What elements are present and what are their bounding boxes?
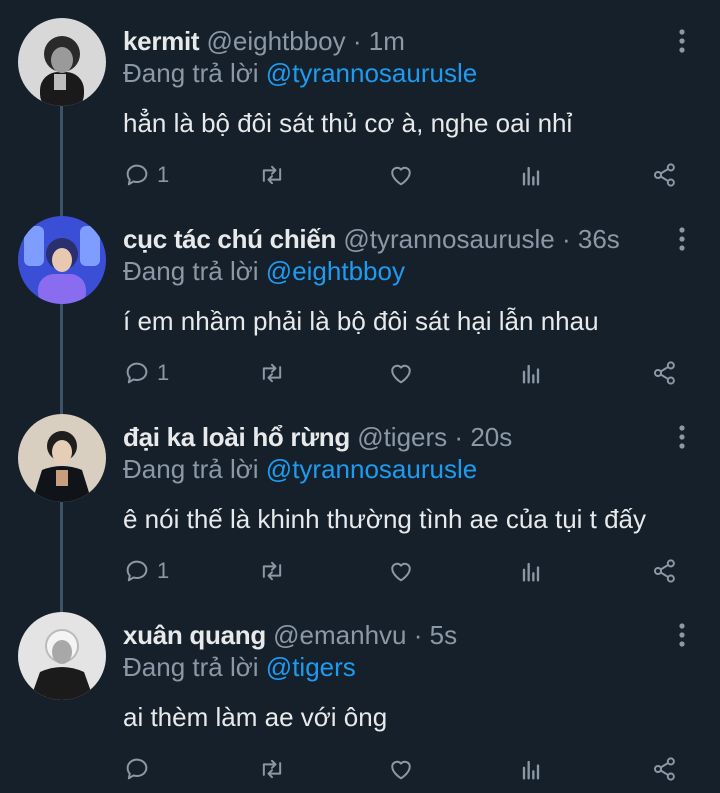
tweet-text: ai thèm làm ae với ông [123, 702, 388, 732]
tweet-item[interactable]: xuân quang @emanhvu · 5s Đang trả lời @t… [0, 594, 720, 791]
reply-button[interactable] [123, 752, 157, 786]
tweet-item[interactable]: đại ka loài hổ rừng @tigers · 20s Đang t… [0, 396, 720, 593]
share-button[interactable] [651, 356, 679, 390]
tweet-header: đại ka loài hổ rừng @tigers · 20s [123, 422, 660, 452]
like-icon [391, 166, 411, 186]
tweet-text: hẳn là bộ đôi sát thủ cơ à, nghe oai nhỉ [123, 108, 573, 138]
separator-dot: · [413, 620, 423, 650]
share-button[interactable] [651, 554, 679, 588]
user-handle[interactable]: @eightbboy [206, 26, 345, 56]
tweet-item[interactable]: kermit @eightbboy · 1m Đang trả lời @tyr… [0, 0, 720, 197]
stats-button[interactable] [517, 356, 545, 390]
reply-count: 1 [157, 558, 170, 583]
avatar[interactable] [18, 216, 106, 304]
like-button[interactable] [387, 554, 415, 588]
replying-to: Đang trả lời @tyrannosaurusle [123, 454, 477, 484]
like-button[interactable] [387, 158, 415, 192]
stats-icon [522, 364, 540, 384]
retweet-icon [262, 561, 282, 581]
timestamp[interactable]: 20s [470, 422, 512, 452]
tweet-header: cục tác chú chiến @tyrannosaurusle · 36s [123, 224, 660, 254]
avatar[interactable] [18, 18, 106, 106]
replying-to-label: Đang trả lời [123, 652, 259, 682]
replying-to: Đang trả lời @tigers [123, 652, 356, 682]
reply-button[interactable]: 1 [123, 356, 169, 390]
stats-button[interactable] [517, 752, 545, 786]
share-icon [653, 757, 675, 781]
stats-icon [522, 760, 540, 780]
reply-icon [126, 362, 148, 384]
mention-link[interactable]: @tyrannosaurusle [266, 454, 477, 484]
tweet-text: ê nói thế là khinh thường tình ae của tụ… [123, 504, 647, 534]
tweet-header: kermit @eightbboy · 1m [123, 26, 660, 56]
tweet-text: í em nhầm phải là bộ đôi sát hại lẫn nha… [123, 306, 599, 336]
reply-count: 1 [157, 162, 170, 187]
like-button[interactable] [387, 752, 415, 786]
like-icon [391, 562, 411, 582]
stats-icon [522, 562, 540, 582]
separator-dot: · [454, 422, 464, 452]
action-bar [123, 752, 693, 786]
separator-dot: · [352, 26, 362, 56]
share-icon [653, 163, 675, 187]
timestamp[interactable]: 5s [430, 620, 457, 650]
reply-icon [126, 560, 148, 582]
replying-to-label: Đang trả lời [123, 454, 259, 484]
retweet-button[interactable] [258, 356, 286, 390]
stats-button[interactable] [517, 554, 545, 588]
replying-to: Đang trả lời @tyrannosaurusle [123, 58, 477, 88]
retweet-icon [262, 363, 282, 383]
share-icon [653, 361, 675, 385]
replying-to-label: Đang trả lời [123, 256, 259, 286]
mention-link[interactable]: @tigers [266, 652, 356, 682]
retweet-button[interactable] [258, 158, 286, 192]
more-vertical-icon[interactable] [670, 422, 694, 452]
display-name[interactable]: cục tác chú chiến [123, 224, 336, 254]
like-icon [391, 760, 411, 780]
user-handle[interactable]: @tyrannosaurusle [343, 224, 554, 254]
stats-icon [522, 166, 540, 186]
mention-link[interactable]: @tyrannosaurusle [266, 58, 477, 88]
replying-to-label: Đang trả lời [123, 58, 259, 88]
tweet-header: xuân quang @emanhvu · 5s [123, 620, 660, 650]
reply-icon [126, 758, 148, 780]
display-name[interactable]: đại ka loài hổ rừng [123, 422, 350, 452]
reply-button[interactable]: 1 [123, 158, 169, 192]
replying-to: Đang trả lời @eightbboy [123, 256, 405, 286]
retweet-button[interactable] [258, 554, 286, 588]
avatar[interactable] [18, 612, 106, 700]
tweet-item[interactable]: cục tác chú chiến @tyrannosaurusle · 36s… [0, 198, 720, 395]
like-button[interactable] [387, 356, 415, 390]
retweet-icon [262, 165, 282, 185]
timestamp[interactable]: 36s [578, 224, 620, 254]
action-bar: 1 [123, 158, 693, 192]
like-icon [391, 364, 411, 384]
separator-dot: · [561, 224, 571, 254]
action-bar: 1 [123, 356, 693, 390]
share-button[interactable] [651, 752, 679, 786]
action-bar: 1 [123, 554, 693, 588]
reply-button[interactable]: 1 [123, 554, 169, 588]
more-vertical-icon[interactable] [670, 224, 694, 254]
more-vertical-icon[interactable] [670, 26, 694, 56]
user-handle[interactable]: @emanhvu [273, 620, 406, 650]
display-name[interactable]: kermit [123, 26, 200, 56]
mention-link[interactable]: @eightbboy [266, 256, 405, 286]
stats-button[interactable] [517, 158, 545, 192]
avatar[interactable] [18, 414, 106, 502]
share-icon [653, 559, 675, 583]
user-handle[interactable]: @tigers [357, 422, 447, 452]
more-vertical-icon[interactable] [670, 620, 694, 650]
retweet-icon [262, 759, 282, 779]
reply-icon [126, 164, 148, 186]
share-button[interactable] [651, 158, 679, 192]
timestamp[interactable]: 1m [369, 26, 405, 56]
retweet-button[interactable] [258, 752, 286, 786]
reply-count: 1 [157, 360, 170, 385]
display-name[interactable]: xuân quang [123, 620, 266, 650]
